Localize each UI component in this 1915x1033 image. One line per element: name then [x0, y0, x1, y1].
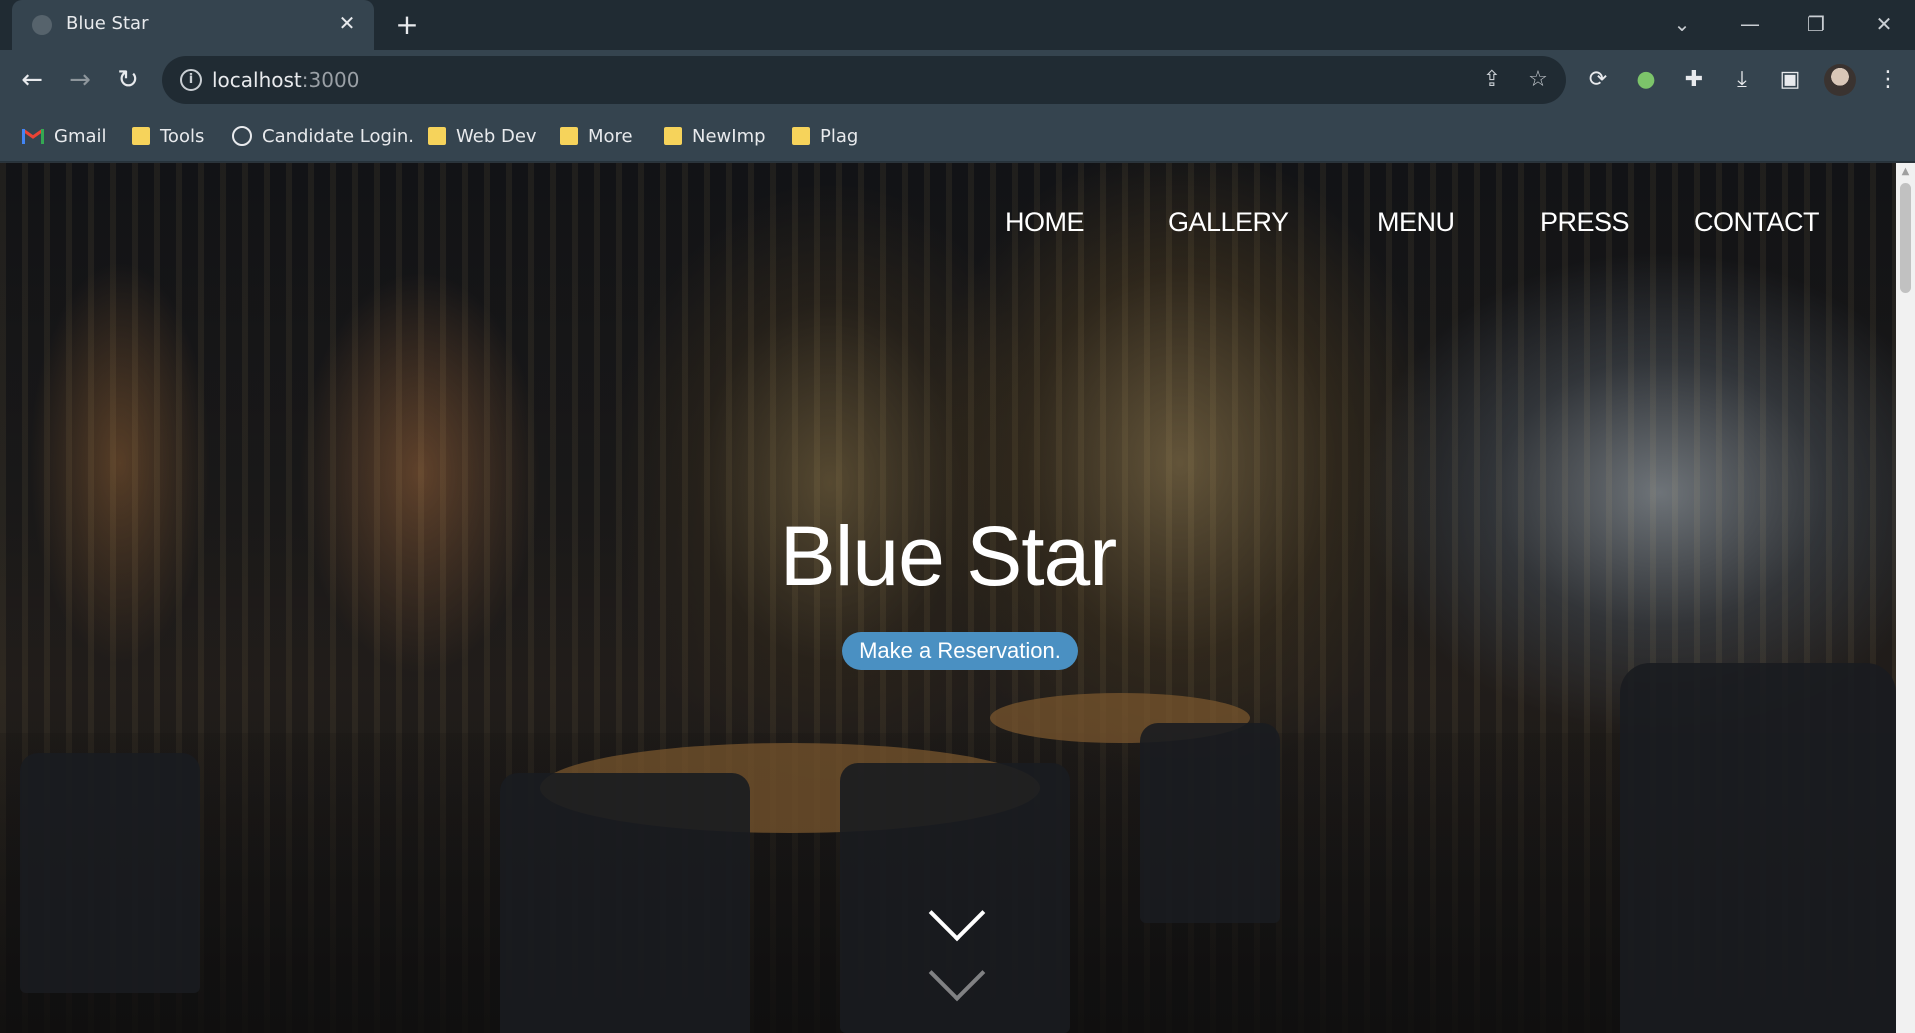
nav-menu[interactable]: MENU [1377, 207, 1455, 238]
tab-title: Blue Star [66, 13, 149, 34]
folder-icon [428, 127, 446, 145]
bookmark-plag[interactable]: Plag [792, 123, 858, 149]
restore-button[interactable]: ❐ [1796, 8, 1836, 40]
bookmark-gmail[interactable]: Gmail [22, 123, 107, 149]
download-icon[interactable]: ⤓ [1726, 64, 1758, 96]
browser-tab[interactable]: Blue Star ✕ [12, 0, 374, 50]
hero-section: HOME GALLERY MENU PRESS CONTACT Blue Sta… [0, 163, 1896, 1033]
nav-press[interactable]: PRESS [1540, 207, 1630, 238]
bookmark-label: Plag [820, 125, 859, 147]
reload-button[interactable]: ↻ [110, 62, 146, 98]
bookmark-label: More [588, 125, 633, 147]
close-tab-icon[interactable]: ✕ [334, 10, 360, 36]
url-port: :3000 [301, 68, 360, 92]
gmail-icon [22, 128, 44, 144]
bookmark-candidate-login[interactable]: Candidate Login. [232, 123, 414, 149]
bookmark-label: NewImp [692, 125, 766, 147]
profile-avatar[interactable] [1824, 64, 1856, 96]
share-icon[interactable]: ⇪ [1478, 66, 1506, 94]
reservation-button[interactable]: Make a Reservation. [842, 632, 1078, 670]
browser-window: Blue Star ✕ + ⌄ — ❐ ✕ ← → ↻ i localhost:… [0, 0, 1915, 1033]
url-host: localhost [212, 68, 302, 92]
address-bar[interactable]: i localhost:3000 ⇪ ☆ [162, 56, 1566, 104]
forward-button[interactable]: → [62, 62, 98, 98]
bookmark-label: Gmail [54, 125, 107, 147]
tab-strip: Blue Star ✕ + ⌄ — ❐ ✕ [0, 0, 1915, 50]
bookmark-label: Tools [160, 125, 205, 147]
folder-icon [664, 127, 682, 145]
background-booth [1620, 663, 1896, 1033]
bookmark-newimp[interactable]: NewImp [664, 123, 766, 149]
favicon-icon [32, 15, 52, 35]
nav-gallery[interactable]: GALLERY [1168, 207, 1289, 238]
bookmark-label: Web Dev [456, 125, 537, 147]
back-button[interactable]: ← [14, 62, 50, 98]
browser-toolbar: ← → ↻ i localhost:3000 ⇪ ☆ ⟳ ● ✚ ⤓ ▣ ⋮ [0, 50, 1915, 110]
close-window-button[interactable]: ✕ [1864, 8, 1904, 40]
background-chair [500, 773, 750, 1033]
scrollbar-thumb[interactable] [1900, 183, 1911, 293]
bookmark-web-dev[interactable]: Web Dev [428, 123, 537, 149]
page-scrollbar[interactable]: ▲ [1896, 163, 1915, 1033]
globe-icon [232, 126, 252, 146]
folder-icon [560, 127, 578, 145]
bookmark-star-icon[interactable]: ☆ [1524, 66, 1552, 94]
extension-sync-icon[interactable]: ⟳ [1582, 64, 1614, 96]
bookmark-label: Candidate Login. [262, 125, 415, 147]
nav-home[interactable]: HOME [1005, 207, 1085, 238]
folder-icon [132, 127, 150, 145]
folder-icon [792, 127, 810, 145]
scroll-up-arrow-icon[interactable]: ▲ [1896, 163, 1915, 181]
side-panel-icon[interactable]: ▣ [1774, 64, 1806, 96]
extension-globe-icon[interactable]: ● [1630, 64, 1662, 96]
bookmarks-bar: Gmail Tools Candidate Login. Web Dev Mor… [0, 110, 1915, 162]
menu-kebab-icon[interactable]: ⋮ [1872, 64, 1904, 96]
site-info-icon[interactable]: i [180, 69, 202, 91]
hero-title: Blue Star [779, 509, 1118, 603]
minimize-button[interactable]: — [1730, 8, 1770, 40]
new-tab-button[interactable]: + [390, 8, 424, 42]
extensions-puzzle-icon[interactable]: ✚ [1678, 64, 1710, 96]
nav-contact[interactable]: CONTACT [1694, 207, 1820, 238]
tab-search-icon[interactable]: ⌄ [1662, 8, 1702, 40]
background-chair [1140, 723, 1280, 923]
url-text[interactable]: localhost:3000 [212, 68, 359, 92]
bookmark-tools[interactable]: Tools [132, 123, 204, 149]
bookmark-more[interactable]: More [560, 123, 633, 149]
background-chair [20, 753, 200, 993]
